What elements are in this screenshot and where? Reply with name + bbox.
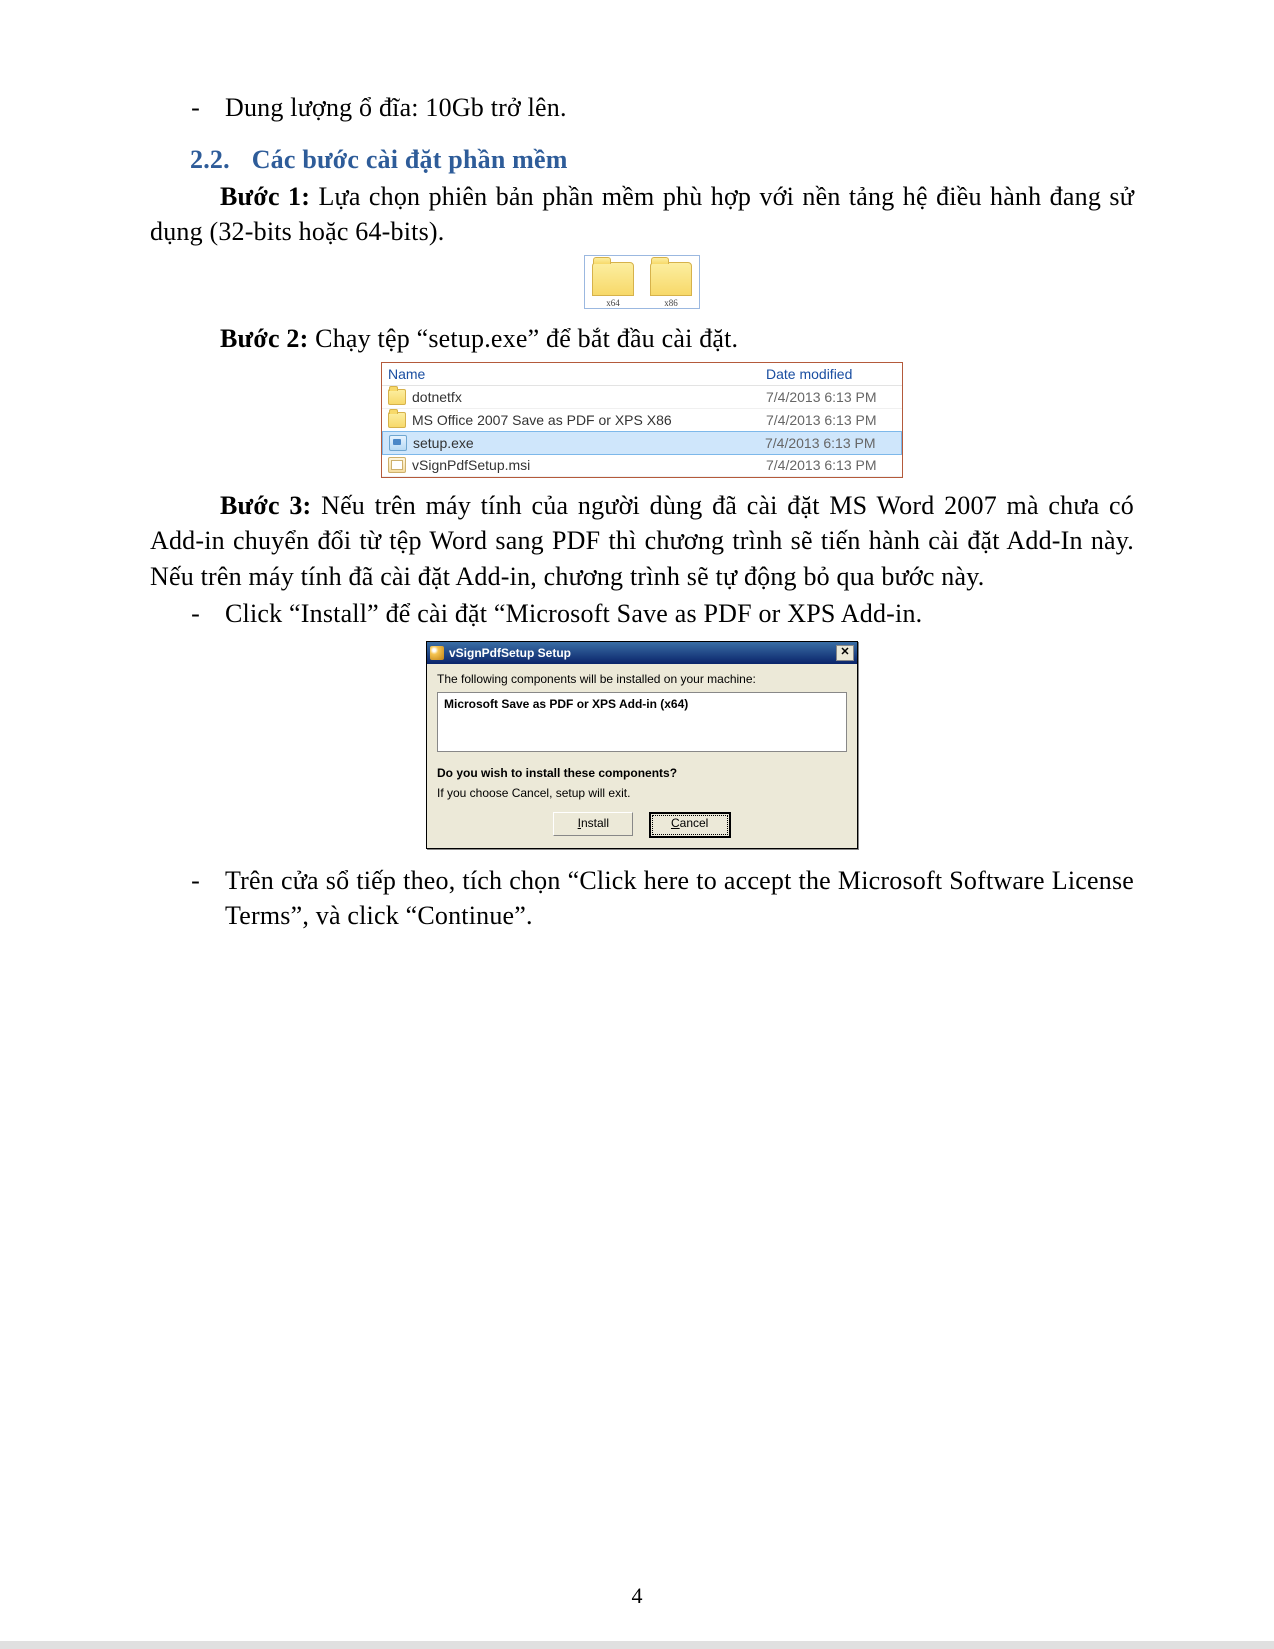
section-number: 2.2. <box>190 145 245 175</box>
filelist-row[interactable]: MS Office 2007 Save as PDF or XPS X86 7/4… <box>382 409 902 432</box>
dialog-title-text: vSignPdfSetup Setup <box>449 646 831 660</box>
bullet-text: Dung lượng ổ đĩa: 10Gb trở lên. <box>225 90 567 125</box>
step2-label: Bước 2: <box>220 324 308 353</box>
step3-sub-b-text: Trên cửa sổ tiếp theo, tích chọn “Click … <box>225 863 1134 933</box>
close-icon[interactable]: ✕ <box>836 645 854 661</box>
dialog-button-row: Install Cancel <box>437 812 847 838</box>
component-list: Microsoft Save as PDF or XPS Add-in (x64… <box>437 692 847 752</box>
filelist-row[interactable]: vSignPdfSetup.msi 7/4/2013 6:13 PM <box>382 454 902 477</box>
bullet-disk-space: - Dung lượng ổ đĩa: 10Gb trở lên. <box>150 90 1134 125</box>
dialog-question: Do you wish to install these components? <box>437 766 847 780</box>
folder-item: x86 <box>647 262 695 308</box>
folders-box: x64 x86 <box>584 255 700 309</box>
cancel-button[interactable]: Cancel <box>649 812 731 838</box>
folder-icon <box>388 389 406 405</box>
figure-setup-dialog: vSignPdfSetup Setup ✕ The following comp… <box>150 641 1134 849</box>
step3-sub-b: - Trên cửa sổ tiếp theo, tích chọn “Clic… <box>150 863 1134 933</box>
folder-label: x86 <box>647 298 695 308</box>
step2-paragraph: Bước 2: Chạy tệp “setup.exe” để bắt đầu … <box>150 321 1134 356</box>
filelist-filename: setup.exe <box>413 435 474 451</box>
filelist-name-cell: setup.exe <box>389 435 765 451</box>
install-button[interactable]: Install <box>553 812 633 836</box>
filelist-filename: dotnetfx <box>412 389 462 405</box>
filelist: Name Date modified dotnetfx 7/4/2013 6:13… <box>381 362 903 478</box>
setup-dialog: vSignPdfSetup Setup ✕ The following comp… <box>426 641 858 849</box>
folder-icon <box>388 412 406 428</box>
page-shadow <box>0 1641 1274 1649</box>
header-name: Name <box>388 366 766 382</box>
filelist-filename: vSignPdfSetup.msi <box>412 457 530 473</box>
filelist-name-cell: vSignPdfSetup.msi <box>388 457 766 473</box>
step3-sub-a-text: Click “Install” để cài đặt “Microsoft Sa… <box>225 596 922 631</box>
page-number: 4 <box>0 1583 1274 1609</box>
dialog-body: The following components will be install… <box>427 664 857 848</box>
filelist-row[interactable]: dotnetfx 7/4/2013 6:13 PM <box>382 386 902 409</box>
component-item: Microsoft Save as PDF or XPS Add-in (x64… <box>444 697 688 711</box>
filelist-name-cell: dotnetfx <box>388 389 766 405</box>
filelist-filename: MS Office 2007 Save as PDF or XPS X86 <box>412 412 672 428</box>
exe-icon <box>389 435 407 451</box>
step1-label: Bước 1: <box>220 182 310 211</box>
filelist-date-cell: 7/4/2013 6:13 PM <box>765 435 895 451</box>
figure-folders: x64 x86 <box>150 255 1134 311</box>
installer-icon <box>430 646 444 660</box>
filelist-date-cell: 7/4/2013 6:13 PM <box>766 389 896 405</box>
folder-icon <box>592 262 634 296</box>
filelist-row[interactable]: setup.exe 7/4/2013 6:13 PM <box>382 431 902 455</box>
section-title: Các bước cài đặt phần mềm <box>252 145 568 174</box>
folder-label: x64 <box>589 298 637 308</box>
dialog-cancel-note: If you choose Cancel, setup will exit. <box>437 786 847 800</box>
dialog-message: The following components will be install… <box>437 672 847 686</box>
step3-label: Bước 3: <box>220 491 311 520</box>
bullet-dash: - <box>150 596 225 631</box>
step3-sub-a: - Click “Install” để cài đặt “Microsoft … <box>150 596 1134 631</box>
filelist-name-cell: MS Office 2007 Save as PDF or XPS X86 <box>388 412 766 428</box>
filelist-header: Name Date modified <box>382 363 902 386</box>
msi-icon <box>388 457 406 473</box>
section-heading: 2.2. Các bước cài đặt phần mềm <box>190 145 1134 175</box>
bullet-dash: - <box>150 863 225 898</box>
bullet-dash: - <box>150 90 225 125</box>
filelist-date-cell: 7/4/2013 6:13 PM <box>766 412 896 428</box>
header-date: Date modified <box>766 366 896 382</box>
folder-icon <box>650 262 692 296</box>
folder-item: x64 <box>589 262 637 308</box>
step2-text: Chạy tệp “setup.exe” để bắt đầu cài đặt. <box>308 324 738 353</box>
step1-paragraph: Bước 1: Lựa chọn phiên bản phần mềm phù … <box>150 179 1134 249</box>
filelist-date-cell: 7/4/2013 6:13 PM <box>766 457 896 473</box>
step3-paragraph: Bước 3: Nếu trên máy tính của người dùng… <box>150 488 1134 593</box>
figure-filelist: Name Date modified dotnetfx 7/4/2013 6:13… <box>150 362 1134 478</box>
dialog-titlebar: vSignPdfSetup Setup ✕ <box>427 642 857 664</box>
